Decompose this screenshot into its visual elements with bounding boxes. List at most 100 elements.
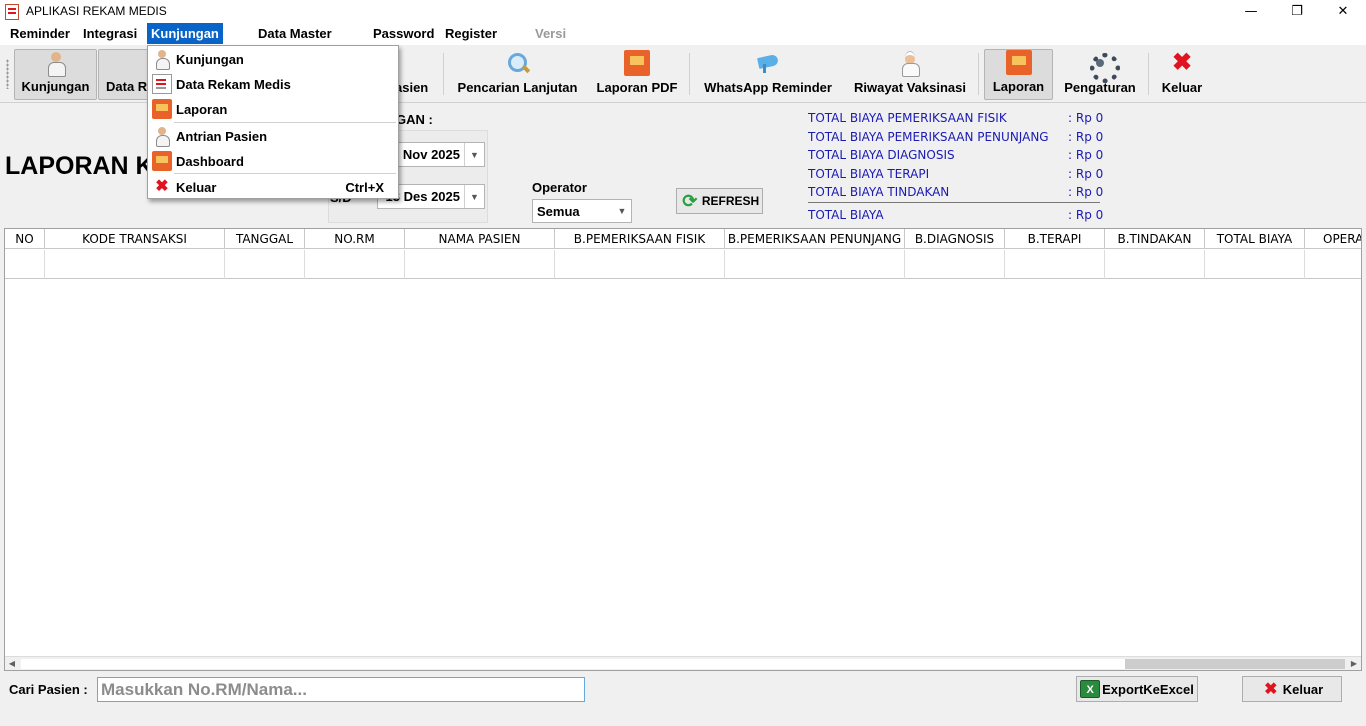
table-cell[interactable]: [1305, 250, 1361, 279]
tb-pengaturan-button[interactable]: Pengaturan: [1059, 49, 1141, 100]
scroll-track[interactable]: [21, 659, 1125, 669]
col-header[interactable]: B.DIAGNOSIS: [905, 229, 1005, 249]
table-cell[interactable]: [1205, 250, 1305, 279]
horizontal-scrollbar[interactable]: ◀ ▶: [5, 656, 1361, 670]
menu-data-master[interactable]: Data Master: [254, 23, 336, 44]
total-label: TOTAL BIAYA TINDAKAN: [808, 185, 950, 199]
tb-laporan-button[interactable]: Laporan: [984, 49, 1053, 100]
app-icon: [4, 3, 20, 20]
tb-kunjungan-button[interactable]: Kunjungan: [14, 49, 97, 100]
shortcut-label: Ctrl+X: [345, 179, 384, 195]
keluar-label: Keluar: [1282, 681, 1324, 697]
dropdown-item-keluar[interactable]: ✖ Keluar Ctrl+X: [148, 175, 398, 199]
search-input[interactable]: [97, 677, 585, 702]
table-cell[interactable]: [45, 250, 225, 279]
dropdown-item-kunjungan[interactable]: Kunjungan: [148, 47, 398, 71]
tb-pencarian-lanjutan-button[interactable]: Pencarian Lanjutan: [452, 49, 583, 100]
dropdown-item-label: Laporan: [176, 101, 228, 117]
refresh-button[interactable]: ⟳ REFRESH: [676, 188, 763, 214]
menu-password[interactable]: Password: [369, 23, 438, 44]
scroll-thumb[interactable]: [1125, 659, 1345, 669]
table-cell[interactable]: [405, 250, 555, 279]
search-label: Cari Pasien :: [9, 682, 88, 697]
chevron-down-icon[interactable]: ▼: [464, 185, 484, 208]
kunjungan-dropdown-menu: Kunjungan Data Rekam Medis Laporan Antri…: [147, 45, 399, 199]
total-value: : Rp 0: [1068, 111, 1104, 125]
dropdown-item-laporan[interactable]: Laporan: [148, 97, 398, 121]
total-row: TOTAL BIAYA PEMERIKSAAN PENUNJANG: Rp 0: [808, 130, 1104, 146]
col-header[interactable]: NAMA PASIEN: [405, 229, 555, 249]
report-table[interactable]: NO KODE TRANSAKSI TANGGAL NO.RM NAMA PAS…: [4, 228, 1362, 671]
col-header[interactable]: TANGGAL: [225, 229, 305, 249]
window-controls: — ❐ ✕: [1228, 0, 1366, 22]
total-row: TOTAL BIAYA PEMERIKSAAN FISIK: Rp 0: [808, 111, 1104, 127]
menu-bar: Reminder Integrasi Kunjungan Data Master…: [0, 22, 1366, 45]
tb-laporan-pdf-button[interactable]: Laporan PDF: [594, 49, 680, 100]
menu-reminder[interactable]: Reminder: [6, 23, 74, 44]
menu-versi: Versi: [535, 26, 567, 41]
col-header[interactable]: B.PEMERIKSAAN FISIK: [555, 229, 725, 249]
table-cell[interactable]: [1005, 250, 1105, 279]
col-header[interactable]: NO.RM: [305, 229, 405, 249]
col-header[interactable]: NO: [5, 229, 45, 249]
total-value: : Rp 0: [1068, 148, 1104, 162]
total-row: TOTAL BIAYA TERAPI : Rp 0: [808, 167, 1104, 183]
doctor-icon: [152, 49, 172, 70]
minimize-icon[interactable]: —: [1228, 0, 1274, 22]
tb-riwayat-vaksinasi-button[interactable]: Riwayat Vaksinasi: [848, 49, 972, 100]
tb-antrian-pasien-button[interactable]: asien: [395, 49, 435, 100]
maximize-icon[interactable]: ❐: [1274, 0, 1320, 22]
col-header[interactable]: B.TINDAKAN: [1105, 229, 1205, 249]
table-cell[interactable]: [1105, 250, 1205, 279]
total-row-grand: TOTAL BIAYA : Rp 0: [808, 208, 1104, 224]
tb-antrian-pasien-label: asien: [395, 80, 429, 95]
megaphone-icon: [755, 50, 781, 76]
col-header[interactable]: B.PEMERIKSAAN PENUNJANG: [725, 229, 905, 249]
tb-kunjungan-label: Kunjungan: [21, 79, 90, 94]
totals-divider: [808, 202, 1100, 203]
table-cell[interactable]: [555, 250, 725, 279]
col-header[interactable]: TOTAL BIAYA: [1205, 229, 1305, 249]
menu-kunjungan[interactable]: Kunjungan: [147, 23, 223, 44]
tb-laporan-label: Laporan: [992, 79, 1045, 94]
operator-label: Operator: [532, 180, 587, 195]
menu-register[interactable]: Register: [441, 23, 501, 44]
tb-whatsapp-reminder-label: WhatsApp Reminder: [704, 80, 832, 95]
operator-select[interactable]: Semua ▼: [532, 199, 632, 223]
tb-keluar-label: Keluar: [1161, 80, 1203, 95]
toolbar-separator: [689, 53, 690, 95]
table-cell[interactable]: [5, 250, 45, 279]
excel-icon: X: [1080, 680, 1101, 698]
tb-data-rm-button[interactable]: Data R: [98, 49, 150, 100]
menu-integrasi[interactable]: Integrasi: [79, 23, 141, 44]
table-cell[interactable]: [725, 250, 905, 279]
table-cell[interactable]: [905, 250, 1005, 279]
total-value: : Rp 0: [1068, 167, 1104, 181]
tb-keluar-button[interactable]: ✖ Keluar: [1156, 49, 1208, 100]
col-header[interactable]: B.TERAPI: [1005, 229, 1105, 249]
dropdown-item-data-rekam-medis[interactable]: Data Rekam Medis: [148, 72, 398, 96]
refresh-label: REFRESH: [701, 194, 760, 208]
chevron-down-icon[interactable]: ▼: [464, 143, 484, 166]
keluar-button[interactable]: ✖ Keluar: [1242, 676, 1342, 702]
dropdown-item-label: Antrian Pasien: [176, 128, 268, 144]
total-value: : Rp 0: [1068, 208, 1104, 222]
operator-value: Semua: [537, 203, 580, 219]
scroll-left-icon[interactable]: ◀: [5, 657, 19, 670]
col-header[interactable]: KODE TRANSAKSI: [45, 229, 225, 249]
doctor-icon: [152, 126, 172, 147]
total-label: TOTAL BIAYA TERAPI: [808, 167, 930, 181]
table-cell[interactable]: [225, 250, 305, 279]
close-icon[interactable]: ✕: [1320, 0, 1366, 22]
dropdown-item-antrian-pasien[interactable]: Antrian Pasien: [148, 124, 398, 148]
toolbar-grip[interactable]: [6, 59, 9, 89]
total-label: TOTAL BIAYA: [808, 208, 884, 222]
dropdown-item-dashboard[interactable]: Dashboard: [148, 149, 398, 173]
tb-whatsapp-reminder-button[interactable]: WhatsApp Reminder: [698, 49, 838, 100]
table-cell[interactable]: [305, 250, 405, 279]
table-row[interactable]: [5, 250, 1361, 279]
scroll-right-icon[interactable]: ▶: [1347, 657, 1361, 670]
export-excel-button[interactable]: X ExportKeExcel: [1076, 676, 1198, 702]
col-header[interactable]: OPERA: [1305, 229, 1361, 249]
gear-icon: [1087, 50, 1120, 83]
